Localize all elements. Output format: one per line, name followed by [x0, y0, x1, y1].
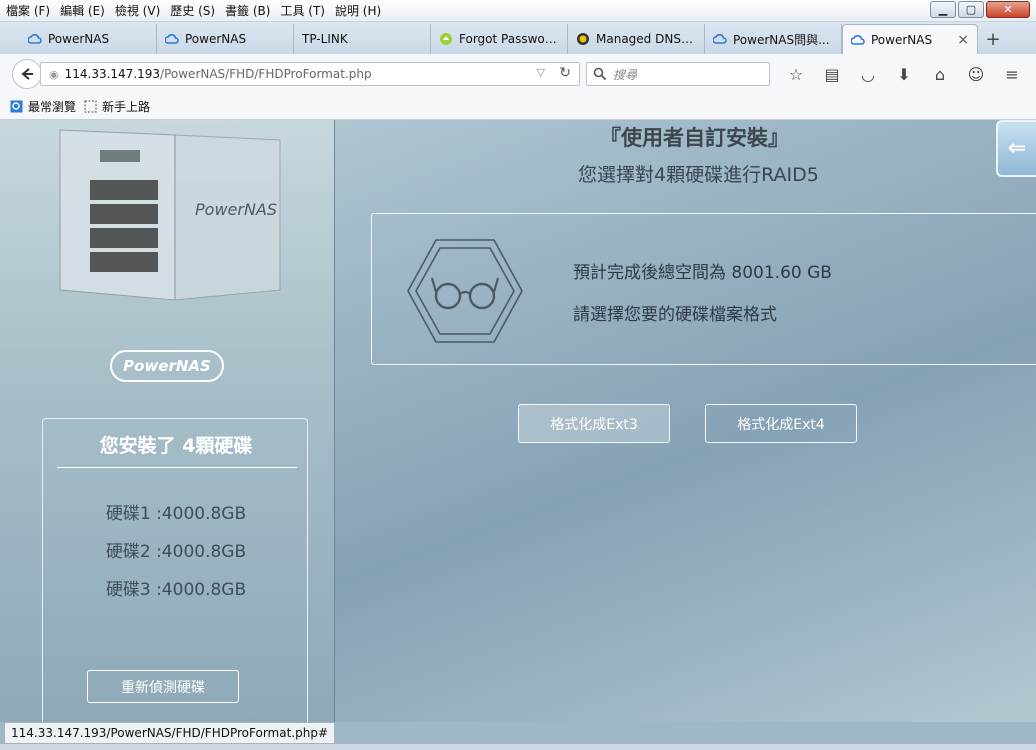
format-ext3-button[interactable]: 格式化成Ext3 — [518, 404, 670, 443]
page-title: 『使用者自訂安裝』 — [600, 126, 789, 150]
maximize-button[interactable]: ▢ — [958, 1, 984, 18]
raid-subtitle: 您選擇對4顆硬碟進行RAID5 — [578, 164, 819, 186]
hamburger-menu-icon[interactable]: ≡ — [994, 62, 1030, 86]
format-ext4-button[interactable]: 格式化成Ext4 — [705, 404, 857, 443]
pocket-icon[interactable]: ◡ — [850, 62, 886, 86]
menu-file[interactable]: 檔案 (F) — [6, 2, 50, 19]
divider — [57, 467, 297, 468]
menu-bar: 檔案 (F) 編輯 (E) 檢視 (V) 歷史 (S) 書籤 (B) 工具 (T… — [0, 0, 1036, 22]
site-info-icon[interactable]: ◉ — [49, 68, 59, 81]
url-host: 114.33.147.193 — [64, 67, 161, 81]
menu-history[interactable]: 歷史 (S) — [170, 2, 215, 19]
menu-tools[interactable]: 工具 (T) — [280, 2, 325, 19]
back-button[interactable] — [12, 59, 42, 89]
window-controls: ▁ ▢ ✕ — [928, 1, 1030, 18]
glasses-icon — [407, 239, 523, 343]
download-icon[interactable]: ⬇ — [886, 62, 922, 86]
smiley-icon[interactable]: ☺ — [958, 62, 994, 86]
back-arrow-button[interactable]: ⇐ — [996, 120, 1036, 177]
disk-row-1: 硬碟1 :4000.8GB — [105, 504, 247, 524]
reload-icon[interactable]: ↻ — [559, 65, 571, 81]
search-bookmark-icon — [10, 100, 23, 113]
url-path: /PowerNAS/FHD/FHDProFormat.php — [160, 67, 372, 81]
menu-bookmarks[interactable]: 書籤 (B) — [225, 2, 270, 19]
chevron-down-icon[interactable]: ▽ — [537, 66, 545, 79]
menu-edit[interactable]: 編輯 (E) — [60, 2, 105, 19]
star-icon[interactable]: ☆ — [778, 62, 814, 86]
search-icon — [593, 67, 607, 81]
home-icon[interactable]: ⌂ — [922, 62, 958, 86]
redetect-disks-button[interactable]: 重新偵測硬碟 — [87, 670, 239, 703]
powernas-logo: PowerNAS — [110, 350, 224, 382]
tab-bar: PowerNAS PowerNAS TP-LINK Forgot Passwor… — [0, 22, 1036, 54]
toolbar-icons: ☆ ▤ ◡ ⬇ ⌂ ☺ ≡ — [778, 62, 1030, 86]
close-window-button[interactable]: ✕ — [986, 1, 1030, 18]
new-tab-button[interactable]: + — [978, 24, 1008, 54]
tab-managed-dns[interactable]: Managed DNS ... — [568, 24, 705, 54]
cloud-icon — [851, 33, 865, 47]
bookmark-getting-started[interactable]: 新手上路 — [84, 98, 150, 115]
tab-powernas-1[interactable]: PowerNAS — [20, 24, 157, 54]
tab-powernas-2[interactable]: PowerNAS — [157, 24, 294, 54]
arrow-left-icon — [21, 68, 33, 80]
choose-format-text: 請選擇您要的硬碟檔案格式 — [573, 305, 777, 325]
cloud-icon — [165, 32, 179, 46]
page-content: PowerNAS PowerNAS 您安裝了 4顆硬碟 硬碟1 :4000.8G… — [0, 120, 1036, 722]
nas-device-image: PowerNAS — [59, 120, 281, 301]
tab-powernas-qa[interactable]: PowerNAS問與... — [705, 24, 842, 54]
tab-tplink[interactable]: TP-LINK — [294, 24, 431, 54]
minimize-button[interactable]: ▁ — [930, 1, 956, 18]
left-panel: PowerNAS PowerNAS 您安裝了 4顆硬碟 硬碟1 :4000.8G… — [0, 120, 335, 722]
status-bar: 114.33.147.193/PowerNAS/FHD/FHDProFormat… — [4, 722, 336, 744]
search-placeholder: 搜尋 — [613, 67, 638, 82]
svg-text:PowerNAS: PowerNAS — [195, 200, 277, 219]
navigation-bar: ◉ 114.33.147.193 /PowerNAS/FHD/FHDProFor… — [0, 54, 1036, 94]
url-bar[interactable]: ◉ 114.33.147.193 /PowerNAS/FHD/FHDProFor… — [40, 62, 580, 86]
close-tab-icon[interactable]: × — [957, 32, 969, 48]
window-bottom-border — [0, 744, 1036, 750]
bookmarks-bar: 最常瀏覽 新手上路 — [0, 94, 1036, 120]
globe-icon — [576, 32, 590, 46]
arrow-left-icon: ⇐ — [1007, 136, 1027, 161]
tab-powernas-active[interactable]: PowerNAS × — [842, 24, 978, 54]
cloud-icon — [28, 32, 42, 46]
reading-list-icon[interactable]: ▤ — [814, 62, 850, 86]
menu-help[interactable]: 說明 (H) — [335, 2, 381, 19]
tab-forgot-password[interactable]: Forgot Passwor... — [431, 24, 568, 54]
menu-view[interactable]: 檢視 (V) — [115, 2, 160, 19]
disk-row-2: 硬碟2 :4000.8GB — [105, 542, 247, 562]
dashed-box-icon — [84, 100, 97, 113]
search-input[interactable]: 搜尋 — [586, 62, 770, 86]
bookmark-most-visited[interactable]: 最常瀏覽 — [10, 98, 76, 115]
disk-row-3: 硬碟3 :4000.8GB — [105, 580, 247, 600]
total-space-text: 預計完成後總空間為 8001.60 GB — [573, 263, 832, 283]
info-box: 預計完成後總空間為 8001.60 GB 請選擇您要的硬碟檔案格式 — [371, 213, 1036, 365]
leaf-icon — [439, 32, 453, 46]
cloud-icon — [713, 32, 727, 46]
disk-count-title: 您安裝了 4顆硬碟 — [99, 435, 253, 457]
